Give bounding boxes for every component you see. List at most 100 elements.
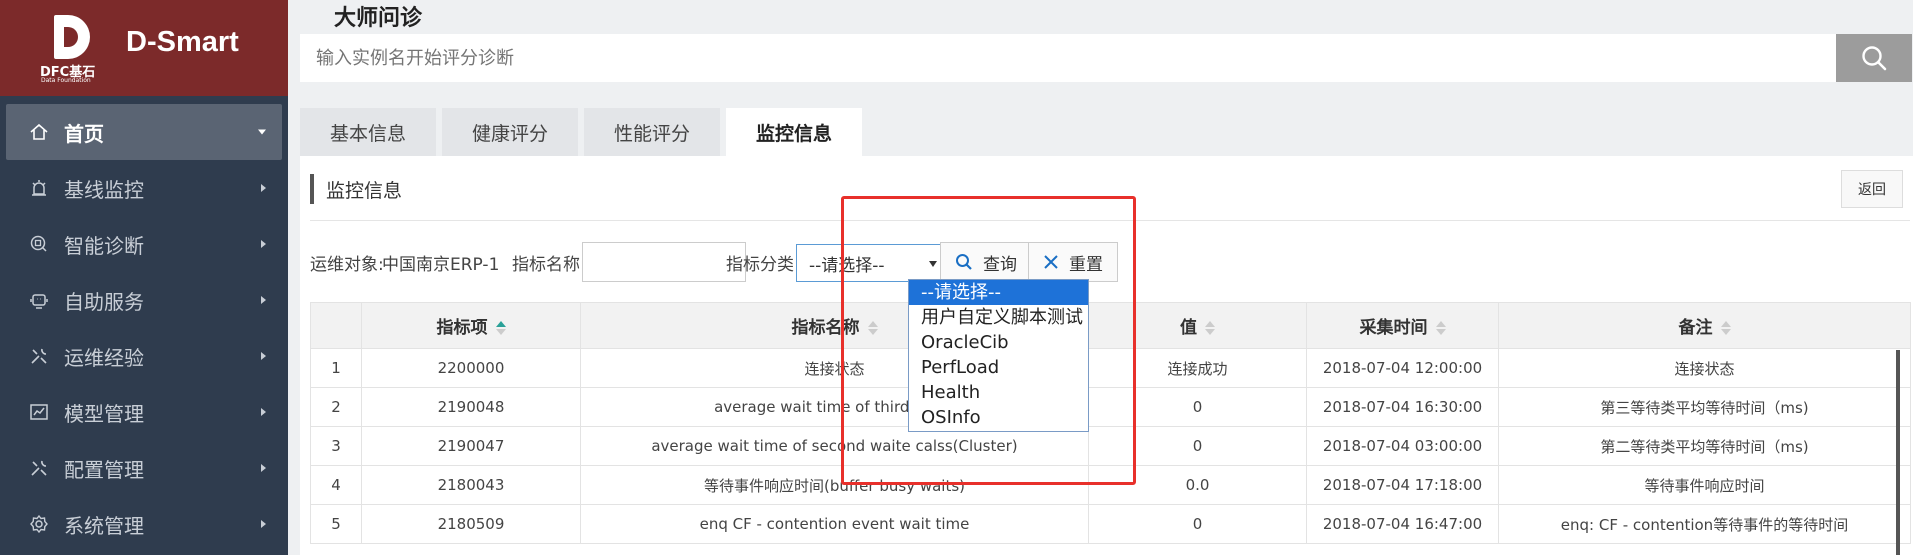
cell-metric-name: average wait time of second waite calss(… (580, 426, 1089, 466)
cell-remark: 第三等待类平均等待时间（ms) (1498, 387, 1911, 427)
cell-metric-id: 2180043 (361, 465, 581, 505)
sidebar-item-label: 模型管理 (64, 401, 144, 426)
chevron-right-icon (261, 408, 266, 416)
table-row[interactable]: 4 2180043 等待事件响应时间(buffer busy waits) 0.… (310, 465, 1911, 505)
chevron-right-icon (261, 464, 266, 472)
company-logo: DFC基石 Data Foundation (36, 15, 106, 84)
brand-name: D-Smart (126, 25, 239, 58)
category-select[interactable]: --请选择-- (796, 244, 946, 282)
sidebar-menu: 首页 基线监控 智能诊断 自助服务 运维经验 模型管理 配置管理 系统管理 (0, 104, 288, 552)
cell-remark: 第二等待类平均等待时间（ms) (1498, 426, 1911, 466)
table-row[interactable]: 3 2190047 average wait time of second wa… (310, 426, 1911, 466)
cell-index: 1 (310, 348, 362, 388)
cell-index: 3 (310, 426, 362, 466)
chart-icon (28, 401, 50, 423)
dropdown-option[interactable]: 用户自定义脚本测试 (909, 305, 1088, 330)
tab-performance-score[interactable]: 性能评分 (584, 108, 721, 156)
sidebar-item-label: 基线监控 (64, 177, 144, 202)
gear-icon (28, 513, 50, 535)
table-row[interactable]: 2 2190048 average wait time of third wai… (310, 387, 1911, 427)
category-dropdown-list: --请选择-- 用户自定义脚本测试 OracleCib PerfLoad Hea… (908, 279, 1089, 432)
close-icon (1044, 255, 1058, 269)
metrics-table: 指标项 指标名称 值 采集时间 备注 1 2200000 连接状态 连接成功 2… (310, 302, 1911, 544)
metric-name-label: 指标名称: (512, 255, 586, 275)
cell-remark: 连接状态 (1498, 348, 1911, 388)
tab-monitor-info[interactable]: 监控信息 (726, 108, 863, 156)
reset-button[interactable]: 重置 (1028, 242, 1118, 282)
query-label: 查询 (983, 254, 1017, 275)
search-bar (300, 34, 1912, 82)
sidebar-item-diagnose[interactable]: 智能诊断 (0, 216, 288, 272)
cell-metric-name: enq CF - contention event wait time (580, 504, 1089, 544)
table-row[interactable]: 1 2200000 连接状态 连接成功 2018-07-04 12:00:00 … (310, 348, 1911, 388)
sidebar-item-config[interactable]: 配置管理 (0, 440, 288, 496)
cell-value: 0.0 (1088, 465, 1307, 505)
metric-name-input[interactable] (582, 242, 746, 282)
dropdown-option[interactable]: OSInfo (909, 405, 1088, 430)
panel-title: 监控信息 (310, 174, 402, 204)
cell-collect-time: 2018-07-04 12:00:00 (1306, 348, 1499, 388)
cell-metric-id: 2180509 (361, 504, 581, 544)
sidebar-item-baseline[interactable]: 基线监控 (0, 160, 288, 216)
cell-index: 2 (310, 387, 362, 427)
chevron-right-icon (261, 520, 266, 528)
cell-metric-name: 等待事件响应时间(buffer busy waits) (580, 465, 1089, 505)
tab-basic-info[interactable]: 基本信息 (300, 108, 437, 156)
sort-icon[interactable] (1205, 321, 1215, 335)
cell-metric-id: 2190047 (361, 426, 581, 466)
tab-health-score[interactable]: 健康评分 (442, 108, 579, 156)
tab-bar: 基本信息 健康评分 性能评分 监控信息 (300, 108, 868, 156)
sidebar-item-system[interactable]: 系统管理 (0, 496, 288, 552)
sort-icon[interactable] (1720, 321, 1731, 335)
sidebar-item-home[interactable]: 首页 (6, 104, 282, 160)
robot-icon (28, 289, 50, 311)
table-scrollbar[interactable] (1896, 350, 1900, 555)
reset-label: 重置 (1069, 254, 1103, 275)
filter-row: 运维对象: 中国南京ERP-1 指标名称: 指标分类: --请选择-- 查询 重… (310, 242, 1910, 282)
sidebar-item-selfservice[interactable]: 自助服务 (0, 272, 288, 328)
cell-remark: 等待事件响应时间 (1498, 465, 1911, 505)
cell-index: 5 (310, 504, 362, 544)
monitor-panel: 监控信息 返回 运维对象: 中国南京ERP-1 指标名称: 指标分类: --请选… (300, 156, 1913, 555)
dropdown-option[interactable]: Health (909, 380, 1088, 405)
col-remark[interactable]: 备注 (1498, 302, 1911, 349)
col-metric-id[interactable]: 指标项 (361, 302, 581, 349)
sidebar-item-label: 运维经验 (64, 345, 144, 370)
diagnose-icon (28, 233, 50, 255)
page-title: 大师问诊 (334, 6, 423, 31)
table-row[interactable]: 5 2180509 enq CF - contention event wait… (310, 504, 1911, 544)
dropdown-option[interactable]: OracleCib (909, 330, 1088, 355)
chevron-right-icon (261, 296, 266, 304)
sidebar-item-label: 首页 (64, 121, 104, 146)
sidebar-item-label: 智能诊断 (64, 233, 144, 258)
cell-value: 连接成功 (1088, 348, 1307, 388)
cell-collect-time: 2018-07-04 16:30:00 (1306, 387, 1499, 427)
sidebar-item-label: 系统管理 (64, 513, 144, 538)
search-icon (1862, 46, 1887, 71)
query-button[interactable]: 查询 (940, 242, 1032, 282)
col-collect-time[interactable]: 采集时间 (1306, 302, 1499, 349)
caret-down-icon (929, 261, 937, 267)
cell-metric-id: 2200000 (361, 348, 581, 388)
search-button[interactable] (1836, 34, 1912, 82)
back-button[interactable]: 返回 (1841, 170, 1903, 208)
dropdown-option[interactable]: --请选择-- (909, 280, 1088, 305)
cell-collect-time: 2018-07-04 03:00:00 (1306, 426, 1499, 466)
dropdown-option[interactable]: PerfLoad (909, 355, 1088, 380)
chevron-right-icon (261, 352, 266, 360)
sidebar: DFC基石 Data Foundation D-Smart 首页 基线监控 智能… (0, 0, 288, 555)
sort-icon[interactable] (495, 321, 506, 335)
chevron-down-icon (258, 129, 266, 135)
col-value[interactable]: 值 (1088, 302, 1307, 349)
config-icon (28, 457, 50, 479)
sort-icon[interactable] (867, 321, 878, 335)
search-input[interactable] (300, 34, 1844, 82)
cell-value: 0 (1088, 504, 1307, 544)
cell-metric-id: 2190048 (361, 387, 581, 427)
chevron-right-icon (261, 184, 266, 192)
sidebar-item-experience[interactable]: 运维经验 (0, 328, 288, 384)
cell-value: 0 (1088, 426, 1307, 466)
sidebar-item-model[interactable]: 模型管理 (0, 384, 288, 440)
sort-icon[interactable] (1435, 321, 1446, 335)
cell-value: 0 (1088, 387, 1307, 427)
